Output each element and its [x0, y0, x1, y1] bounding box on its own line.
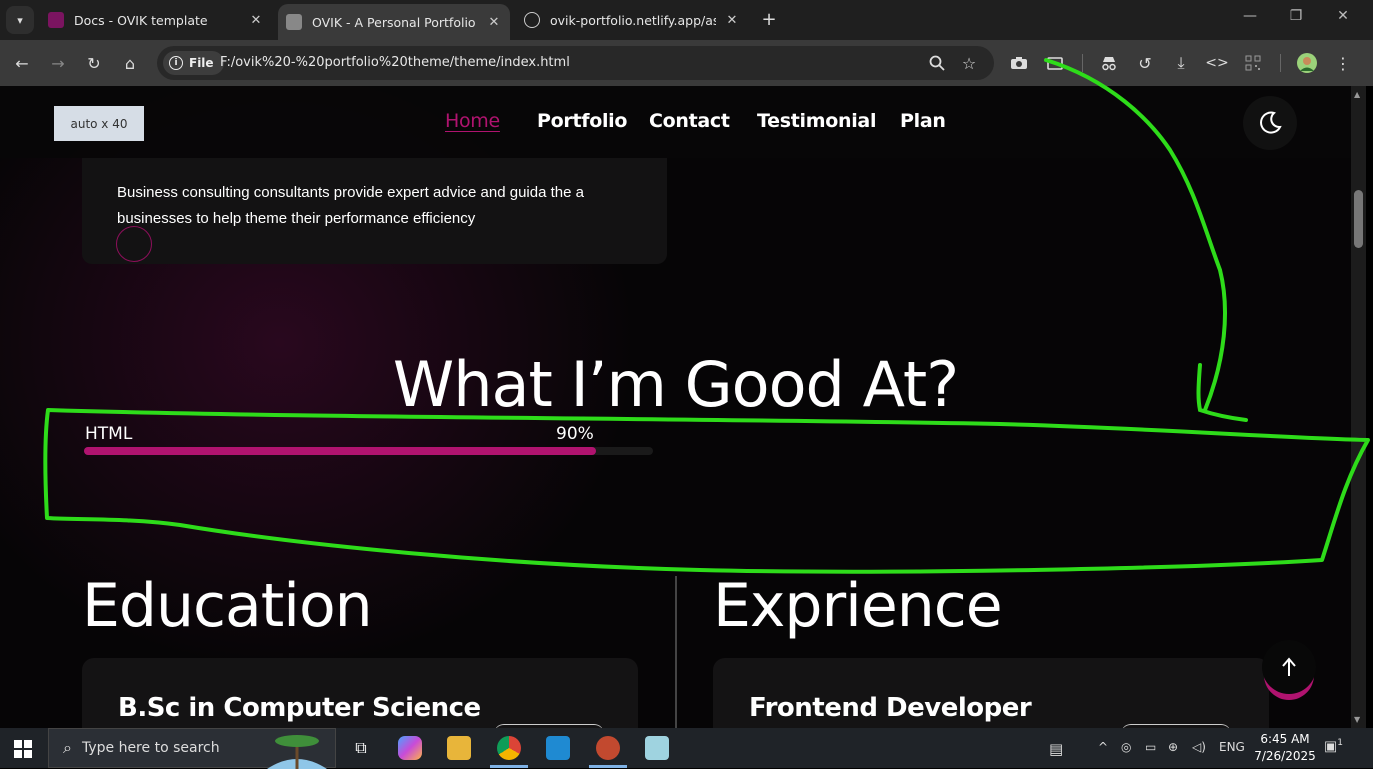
- search-decoration-image: [267, 735, 327, 769]
- ovik-favicon: [48, 12, 64, 28]
- back-to-top-button[interactable]: [1262, 640, 1316, 694]
- clock-time: 6:45 AM: [1260, 732, 1310, 746]
- site-navbar: auto x 40 Home Portfolio Contact Testimo…: [0, 86, 1351, 158]
- home-icon[interactable]: ⌂: [118, 51, 142, 75]
- nav-home[interactable]: Home: [445, 110, 500, 132]
- scroll-up-arrow[interactable]: ▲: [1354, 90, 1360, 99]
- page-scrollbar[interactable]: ▲ ▼: [1351, 86, 1366, 728]
- skills-heading: What I’m Good At?: [392, 348, 959, 421]
- experience-card-title: Frontend Developer: [749, 693, 1032, 723]
- windows-start-icon[interactable]: [14, 740, 32, 762]
- history-icon[interactable]: ↺: [1133, 51, 1157, 75]
- tab-title: Docs - OVIK template: [74, 12, 208, 28]
- devtools-icon[interactable]: <>: [1205, 51, 1229, 75]
- volume-icon[interactable]: ◁): [1192, 740, 1206, 754]
- address-bar[interactable]: i File F:/ovik%20-%20portfolio%20theme/t…: [157, 46, 994, 80]
- tab-ovik-portfolio[interactable]: OVIK - A Personal Portfolio Tem ✕: [278, 4, 510, 40]
- nav-contact[interactable]: Contact: [649, 110, 730, 132]
- tab-title: OVIK - A Personal Portfolio Tem: [312, 14, 478, 30]
- skill-name: HTML: [85, 424, 133, 444]
- logo-placeholder[interactable]: auto x 40: [54, 106, 144, 141]
- close-icon[interactable]: ✕: [486, 15, 502, 30]
- clock[interactable]: 6:45 AM 7/26/2025: [1250, 731, 1320, 765]
- forward-icon[interactable]: →: [46, 51, 70, 75]
- browser-tab-strip: ▾ Docs - OVIK template ✕ OVIK - A Person…: [0, 0, 1373, 40]
- windows-taskbar: ⌕ Type here to search ⧉ ▤ ^ ◎ ▭ ⊕ ◁) ENG…: [0, 728, 1373, 769]
- language-indicator[interactable]: ENG: [1219, 740, 1245, 754]
- theme-toggle-button[interactable]: [1243, 96, 1297, 150]
- new-tab-button[interactable]: +: [759, 9, 779, 30]
- vscode-icon[interactable]: [546, 736, 570, 760]
- testimonial-avatar-ring: [116, 226, 152, 262]
- file-explorer-icon[interactable]: [447, 736, 471, 760]
- taskbar-search-box[interactable]: ⌕ Type here to search: [48, 728, 336, 769]
- globe-icon: [524, 12, 540, 28]
- tray-chevron-icon[interactable]: ^: [1098, 740, 1108, 754]
- toolbar-separator: [1280, 54, 1281, 72]
- reload-icon[interactable]: ↻: [82, 51, 106, 75]
- page-favicon: [286, 14, 302, 30]
- profile-avatar[interactable]: [1295, 51, 1319, 75]
- tab-search-button[interactable]: ▾: [6, 6, 34, 34]
- close-icon[interactable]: ✕: [724, 13, 740, 28]
- file-label: File: [189, 56, 214, 70]
- incognito-icon[interactable]: [1097, 51, 1121, 75]
- testimonial-text: Business consulting consultants provide …: [117, 184, 584, 227]
- download-icon[interactable]: ⤓: [1169, 51, 1193, 75]
- education-title: Education: [82, 571, 373, 641]
- moon-icon: [1260, 111, 1282, 134]
- tab-title: ovik-portfolio.netlify.app/assets: [550, 12, 716, 28]
- search-placeholder: Type here to search: [81, 740, 220, 756]
- skill-progress-fill: [84, 447, 597, 455]
- experience-title: Exprience: [713, 571, 1003, 641]
- experience-card: Frontend Developer: [713, 658, 1269, 728]
- copilot-icon[interactable]: [398, 736, 422, 760]
- nav-plan[interactable]: Plan: [900, 110, 946, 132]
- minimize-icon[interactable]: —: [1238, 8, 1262, 24]
- scroll-down-arrow[interactable]: ▼: [1354, 715, 1360, 724]
- tab-netlify-assets[interactable]: ovik-portfolio.netlify.app/assets ✕: [516, 4, 748, 36]
- app-icon[interactable]: [596, 736, 620, 760]
- bookmark-star-icon[interactable]: ☆: [957, 51, 981, 75]
- browser-toolbar: ← → ↻ ⌂ i File F:/ovik%20-%20portfolio%2…: [0, 40, 1373, 86]
- site-info-chip[interactable]: i File: [163, 51, 224, 75]
- education-card: B.Sc in Computer Science: [82, 658, 638, 728]
- notification-count: 1: [1337, 738, 1343, 748]
- notepad-icon[interactable]: [645, 736, 669, 760]
- nav-testimonial[interactable]: Testimonial: [757, 110, 876, 132]
- extension-icon[interactable]: [1043, 51, 1067, 75]
- close-window-icon[interactable]: ✕: [1331, 8, 1355, 24]
- network-icon[interactable]: ⊕: [1168, 740, 1178, 754]
- arrow-up-icon: [1282, 657, 1296, 676]
- toolbar-separator: [1082, 54, 1083, 72]
- menu-kebab-icon[interactable]: ⋮: [1331, 51, 1355, 75]
- skill-percent: 90%: [556, 424, 594, 444]
- battery-icon[interactable]: ▭: [1145, 740, 1156, 754]
- zoom-icon[interactable]: [925, 51, 949, 75]
- restore-icon[interactable]: ❐: [1284, 8, 1308, 24]
- tab-docs[interactable]: Docs - OVIK template ✕: [40, 4, 272, 36]
- camera-icon[interactable]: [1007, 51, 1031, 75]
- notification-center-icon[interactable]: ▣1: [1324, 738, 1343, 755]
- news-widget-icon[interactable]: ▤: [1049, 740, 1063, 758]
- meet-icon[interactable]: ◎: [1121, 740, 1131, 754]
- nav-portfolio[interactable]: Portfolio: [537, 110, 627, 132]
- education-card-title: B.Sc in Computer Science: [118, 693, 481, 723]
- webpage-viewport: Business consulting consultants provide …: [0, 86, 1351, 728]
- search-icon: ⌕: [63, 738, 72, 757]
- close-icon[interactable]: ✕: [248, 13, 264, 28]
- clock-date: 7/26/2025: [1254, 749, 1316, 763]
- back-icon[interactable]: ←: [10, 51, 34, 75]
- qr-code-icon[interactable]: [1241, 51, 1265, 75]
- testimonial-card: Business consulting consultants provide …: [82, 158, 667, 264]
- section-divider: [675, 576, 677, 728]
- info-icon: i: [169, 56, 183, 70]
- skill-progress-track: [84, 447, 653, 455]
- url-text[interactable]: F:/ovik%20-%20portfolio%20theme/theme/in…: [220, 55, 570, 70]
- chrome-icon[interactable]: [497, 736, 521, 760]
- scrollbar-thumb[interactable]: [1354, 190, 1363, 248]
- task-view-icon[interactable]: ⧉: [349, 736, 373, 760]
